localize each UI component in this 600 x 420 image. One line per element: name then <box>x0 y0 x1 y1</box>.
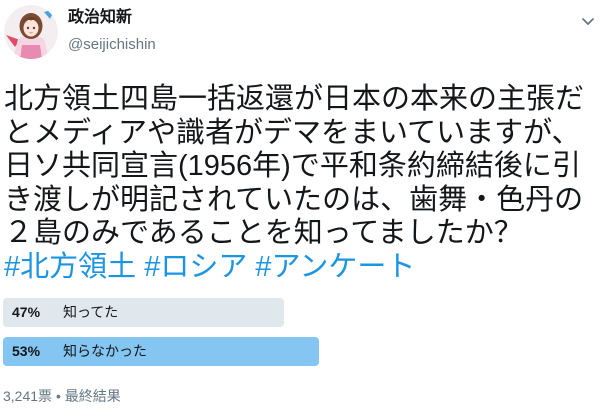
poll-option-label: 知ってた <box>63 304 119 320</box>
user-handle[interactable]: @seijichishin <box>68 35 156 55</box>
tweet-line: 北方領土四島一括返還が日本の本来の主張だ <box>4 83 585 115</box>
hashtag-link[interactable]: #アンケート <box>255 251 415 283</box>
poll-option-label: 知らなかった <box>63 343 147 359</box>
avatar-image <box>4 5 58 59</box>
separator: • <box>55 388 61 404</box>
poll-percent: 53% <box>12 343 41 359</box>
poll-option: 47% 知ってた <box>3 298 600 327</box>
avatar[interactable] <box>4 5 58 59</box>
poll-status: 最終結果 <box>64 388 121 404</box>
poll-option-text: 47% 知ってた <box>12 298 118 327</box>
vote-count: 3,241票 <box>3 388 53 404</box>
poll: 47% 知ってた 53% 知らなかった <box>3 298 600 376</box>
display-name[interactable]: 政治知新 <box>68 8 132 28</box>
tweet-line: き渡しが明記されていたのは、歯舞・色丹の <box>4 183 584 216</box>
tweet-line: とメディアや識者がデマをまいていますが、 <box>4 116 581 149</box>
tweet-card: 政治知新 @seijichishin 北方領土四島一括返還が日本の本来の主張だ … <box>0 0 600 420</box>
hashtag-line: #北方領土 #ロシア #アンケート <box>4 251 600 285</box>
poll-percent: 47% <box>12 304 41 320</box>
poll-option-text: 53% 知らなかった <box>12 337 147 366</box>
poll-option: 53% 知らなかった <box>3 337 600 366</box>
hashtag-link[interactable]: #ロシア <box>144 251 247 283</box>
tweet-text: 北方領土四島一括返還が日本の本来の主張だ とメディアや識者がデマをまいていますが… <box>4 83 600 284</box>
hashtag-link[interactable]: #北方領土 <box>4 251 136 283</box>
tweet-line: ２島のみであることを知ってましたか？ <box>4 217 523 249</box>
poll-footer: 3,241票 • 最終結果 <box>3 386 121 406</box>
chevron-down-icon[interactable] <box>580 13 596 29</box>
tweet-line: 日ソ共同宣言(1956年)で平和条約締結後に引 <box>4 150 581 182</box>
